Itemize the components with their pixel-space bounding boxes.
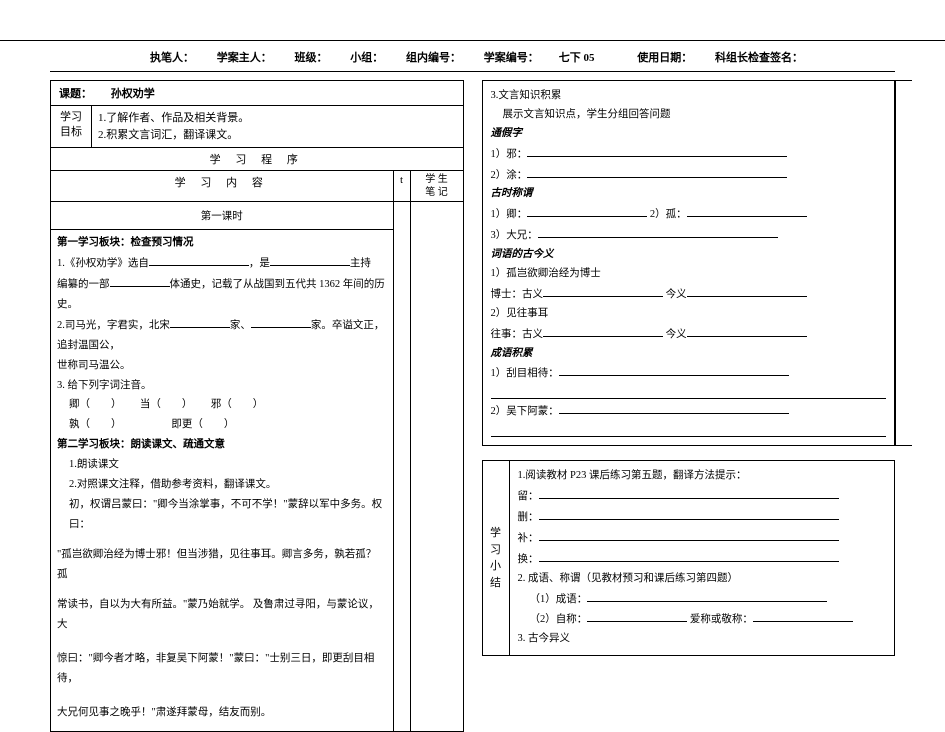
- head-gujin: 词语的古今义: [491, 246, 887, 265]
- topic-row: 课题： 孙权劝学: [51, 81, 463, 106]
- topic-title: 孙权劝学: [111, 88, 155, 100]
- subhead-notes: 学 生笔 记: [411, 171, 463, 201]
- body-content: 第一课时 第一学习板块：检查预习情况 1.《孙权劝学》选自，是主持 编纂的一部体…: [51, 202, 394, 731]
- right-bottom-panel: 学 习 小 结 1.阅读教材 P23 课后练习第五题，翻译方法提示： 留： 删：…: [482, 460, 896, 656]
- summary-content: 1.阅读教材 P23 课后练习第五题，翻译方法提示： 留： 删： 补： 换： 2…: [510, 461, 895, 655]
- body-t-col: [394, 202, 411, 731]
- head-tongjia: 通假字: [491, 125, 887, 144]
- right-side-stub: [895, 80, 912, 446]
- leader-sign-label: 科组长检查签名：: [715, 52, 803, 64]
- right-top-panel: 3.文言知识积累 展示文言知识点，学生分组回答问题 通假字 1）邪： 2）涂： …: [482, 80, 896, 446]
- lesson-title: 第一课时: [51, 205, 393, 230]
- group-label: 小组：: [350, 52, 383, 64]
- goal-label: 学习 目标: [51, 106, 92, 147]
- procedure-title: 学 习 程 序: [51, 148, 463, 171]
- body-notes-col: [411, 202, 463, 731]
- block1-title: 第一学习板块：检查预习情况: [57, 233, 387, 253]
- block2-title: 第二学习板块：朗读课文、疏通文意: [57, 435, 387, 455]
- head-chengwei: 古时称谓: [491, 185, 887, 204]
- header-fields: 执笔人： 学案主人： 班级： 小组： 组内编号： 学案编号：七下 05 使用日期…: [0, 41, 945, 71]
- group-no-label: 组内编号：: [406, 52, 461, 64]
- use-date-label: 使用日期：: [637, 52, 692, 64]
- topic-label: 课题：: [59, 88, 92, 100]
- owner-label: 学案主人：: [217, 52, 272, 64]
- class-label: 班级：: [295, 52, 328, 64]
- head-chengyu: 成语积累: [491, 345, 887, 364]
- plan-no: 学案编号：七下 05: [484, 52, 618, 64]
- left-panel: 课题： 孙权劝学 学习 目标 1.了解作者、作品及相关背景。 2.积累文言词汇，…: [50, 80, 464, 732]
- summary-label: 学 习 小 结: [483, 461, 510, 655]
- subhead-content: 学 习 内 容: [51, 171, 394, 201]
- author-label: 执笔人：: [150, 52, 194, 64]
- goal-content: 1.了解作者、作品及相关背景。 2.积累文言词汇，翻译课文。: [92, 106, 463, 147]
- subhead-t: t: [394, 171, 411, 201]
